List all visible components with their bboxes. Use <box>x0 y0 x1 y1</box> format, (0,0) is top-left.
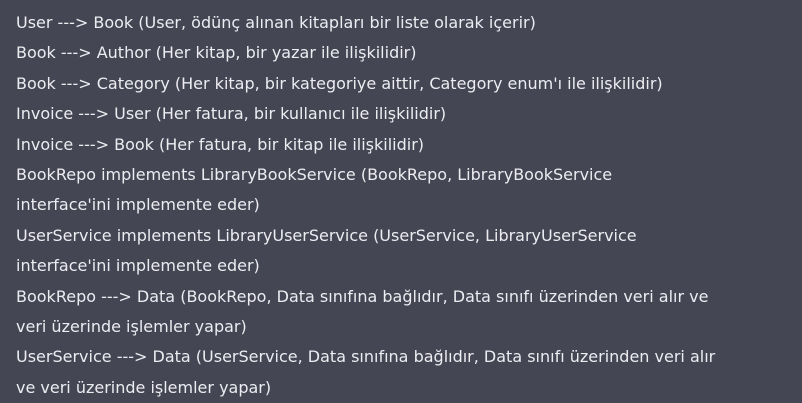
text-line: BookRepo implements LibraryBookService (… <box>16 165 613 185</box>
text-line: interface'ini implemente eder) <box>16 256 260 276</box>
text-line: interface'ini implemente eder) <box>16 195 260 215</box>
text-line: UserService implements LibraryUserServic… <box>16 225 637 245</box>
text-line: ve veri üzerinde işlemler yapar) <box>16 377 272 397</box>
text-line: Invoice ---> User (Her fatura, bir kulla… <box>16 104 447 124</box>
text-line: Book ---> Category (Her kitap, bir kateg… <box>16 73 663 93</box>
text-line: Invoice ---> Book (Her fatura, bir kitap… <box>16 134 425 154</box>
relationship-text-block: User ---> Book (User, ödünç alınan kitap… <box>16 8 786 403</box>
text-line: veri üzerinde işlemler yapar) <box>16 317 247 337</box>
text-line: Book ---> Author (Her kitap, bir yazar i… <box>16 43 417 63</box>
text-line: UserService ---> Data (UserService, Data… <box>16 347 716 367</box>
text-line: BookRepo ---> Data (BookRepo, Data sınıf… <box>16 286 709 306</box>
text-line: User ---> Book (User, ödünç alınan kitap… <box>16 13 536 32</box>
